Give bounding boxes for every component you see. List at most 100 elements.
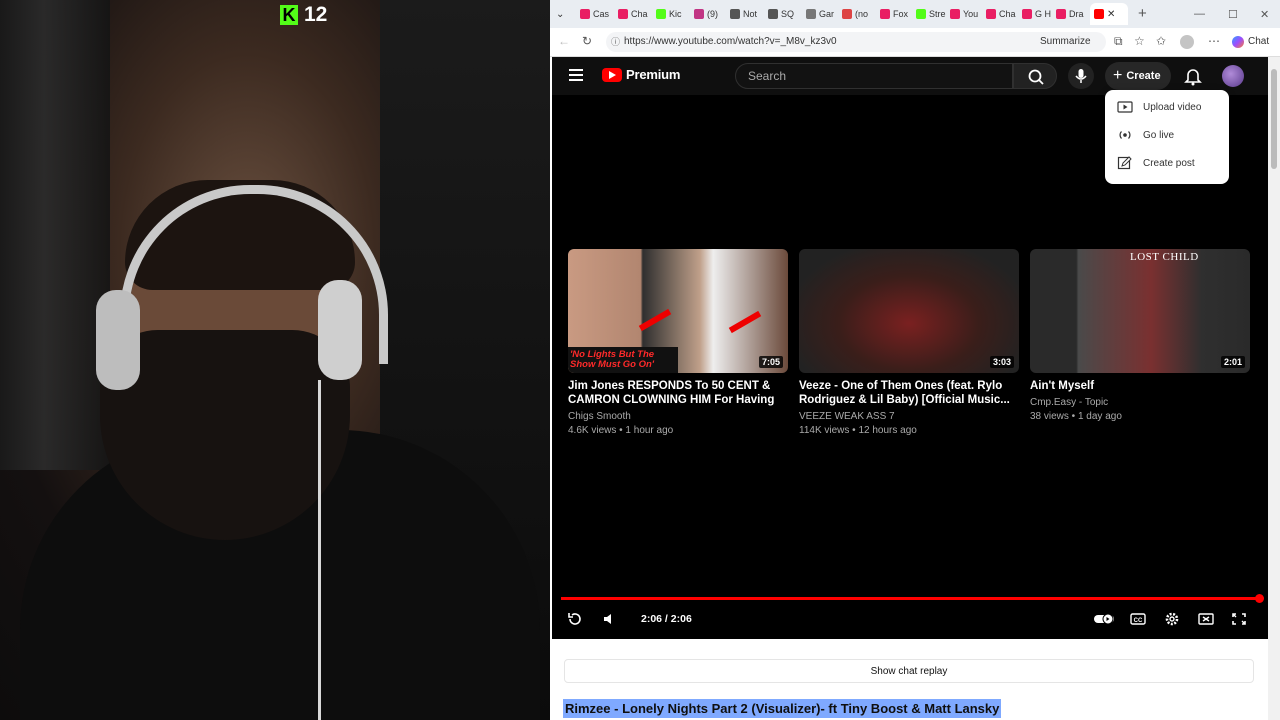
refresh-icon[interactable]: ↻	[582, 34, 592, 48]
tab-favicon-icon	[806, 9, 816, 19]
new-tab-button[interactable]: +	[1138, 4, 1152, 22]
menu-item-go-live[interactable]: Go live	[1105, 122, 1229, 148]
miniplayer-button[interactable]	[1197, 611, 1215, 627]
video-thumbnail[interactable]: 'No Lights But The Show Must Go On' 7:05	[568, 249, 788, 373]
browser-tab-active[interactable]: ✕	[1090, 3, 1128, 25]
reader-icon[interactable]: ⧉	[1114, 34, 1123, 49]
close-tab-icon[interactable]: ✕	[1107, 9, 1115, 20]
browser-tab[interactable]: Not	[730, 5, 764, 23]
close-window-icon[interactable]: ✕	[1260, 5, 1272, 23]
voice-search-button[interactable]	[1068, 63, 1094, 89]
bell-icon	[1184, 69, 1202, 86]
tab-favicon-icon	[768, 9, 778, 19]
scrollbar-thumb[interactable]	[1271, 69, 1277, 169]
webcam-feed: K 12	[0, 0, 550, 720]
browser-window: ⌄ Cas Cha Kic (9) Not SQ Gar (no Fox Str…	[550, 0, 1280, 720]
video-meta: 114K views • 12 hours ago	[799, 425, 917, 436]
fullscreen-button[interactable]	[1230, 611, 1248, 627]
summarize-button[interactable]: Summarize	[1040, 36, 1091, 47]
browser-tab[interactable]: Gar	[806, 5, 840, 23]
browser-tab[interactable]: SQ	[768, 5, 802, 23]
end-screen-video-card[interactable]: 3:03 Veeze - One of Them Ones (feat. Ryl…	[799, 249, 1019, 438]
video-title-link[interactable]: Ain't Myself	[1030, 379, 1250, 393]
autoplay-toggle-icon	[1094, 613, 1114, 625]
menu-icon[interactable]	[569, 69, 583, 81]
headphones-cup-left	[96, 290, 140, 390]
captions-icon: CC	[1130, 613, 1146, 625]
scrubber-handle[interactable]	[1255, 594, 1264, 603]
go-live-icon	[1119, 131, 1131, 139]
time-display: 2:06 / 2:06	[641, 613, 692, 625]
create-menu: Upload video Go live Create post	[1105, 90, 1229, 184]
copilot-icon[interactable]	[1232, 36, 1244, 48]
address-bar-row: ← ↻ ⓘ https://www.youtube.com/watch?v=_M…	[550, 28, 1280, 57]
headphones-cup-right	[318, 280, 362, 380]
video-duration: 2:01	[1220, 356, 1245, 368]
browser-tab[interactable]: (no	[842, 5, 876, 23]
replay-icon	[568, 613, 581, 625]
site-info-icon[interactable]: ⓘ	[611, 32, 620, 52]
favorites-icon[interactable]: ✩	[1156, 34, 1166, 48]
browser-tab[interactable]: Kic	[656, 5, 690, 23]
maximize-icon[interactable]: ☐	[1228, 5, 1240, 23]
tab-favicon-icon	[950, 9, 960, 19]
tab-favicon-icon	[880, 9, 890, 19]
menu-item-upload-video[interactable]: Upload video	[1105, 94, 1229, 120]
search-input[interactable]: Search	[735, 63, 1013, 89]
plus-icon: +	[1113, 67, 1123, 84]
favorite-icon[interactable]: ☆	[1134, 34, 1145, 48]
chat-button[interactable]: Chat	[1248, 36, 1269, 47]
channel-name[interactable]: Cmp.Easy - Topic	[1030, 396, 1250, 410]
end-screen-video-card[interactable]: 'No Lights But The Show Must Go On' 7:05…	[568, 249, 788, 438]
browser-tab[interactable]: (9)	[694, 5, 728, 23]
headphones-cable	[318, 380, 321, 720]
browser-tab[interactable]: Cha	[986, 5, 1020, 23]
show-chat-replay-button[interactable]: Show chat replay	[564, 659, 1254, 683]
upload-video-icon	[1117, 101, 1133, 113]
progress-bar[interactable]	[561, 597, 1259, 600]
gear-icon	[1165, 612, 1179, 626]
video-title-link[interactable]: Veeze - One of Them Ones (feat. Rylo Rod…	[799, 379, 1019, 407]
settings-button[interactable]	[1163, 611, 1181, 627]
search-button[interactable]	[1013, 63, 1057, 89]
video-title-link[interactable]: Jim Jones RESPONDS To 50 CENT & CAMRON C…	[568, 379, 788, 407]
browser-tab[interactable]: G H	[1022, 5, 1056, 23]
captions-button[interactable]: CC	[1129, 611, 1147, 627]
menu-item-create-post[interactable]: Create post	[1105, 150, 1229, 176]
browser-tab[interactable]: Cas	[580, 5, 614, 23]
browser-tab[interactable]: You	[950, 5, 984, 23]
url-field[interactable]: ⓘ https://www.youtube.com/watch?v=_M8v_k…	[606, 32, 1106, 52]
viewer-count-overlay: K 12	[280, 3, 327, 27]
tab-favicon-icon	[618, 9, 628, 19]
background-curtain	[0, 0, 110, 470]
minimize-icon[interactable]: —	[1194, 5, 1206, 23]
more-icon[interactable]: ⋯	[1208, 34, 1220, 48]
player-controls: 2:06 / 2:06 CC	[552, 607, 1268, 631]
tab-favicon-icon	[842, 9, 852, 19]
tab-favicon-icon	[580, 9, 590, 19]
channel-name[interactable]: VEEZE WEAK ASS 7	[799, 410, 1019, 424]
volume-button[interactable]	[601, 611, 619, 627]
below-player-area: Show chat replay Rimzee - Lonely Nights …	[552, 639, 1268, 720]
youtube-logo[interactable]: Premium	[602, 67, 680, 82]
replay-button[interactable]	[566, 611, 584, 627]
end-screen-video-card[interactable]: LOST CHILD 2:01 Ain't Myself Cmp.Easy - …	[1030, 249, 1250, 424]
tab-favicon-icon	[694, 9, 704, 19]
channel-name[interactable]: Chigs Smooth	[568, 410, 788, 424]
create-button[interactable]: + Create	[1105, 62, 1171, 90]
browser-tab[interactable]: Dra	[1056, 5, 1090, 23]
video-thumbnail[interactable]: LOST CHILD 2:01	[1030, 249, 1250, 373]
browser-tab[interactable]: Fox	[880, 5, 914, 23]
video-thumbnail[interactable]: 3:03	[799, 249, 1019, 373]
profile-icon[interactable]	[1180, 35, 1194, 49]
video-duration: 3:03	[989, 356, 1014, 368]
scrollbar[interactable]	[1268, 57, 1280, 720]
notifications-button[interactable]	[1182, 64, 1204, 88]
autoplay-toggle[interactable]	[1093, 611, 1115, 627]
browser-tab[interactable]: Stre	[916, 5, 950, 23]
create-label: Create	[1126, 70, 1161, 82]
browser-tab[interactable]: Cha	[618, 5, 652, 23]
account-avatar[interactable]	[1222, 65, 1244, 87]
back-icon[interactable]: ←	[558, 34, 570, 48]
fullscreen-icon	[1232, 613, 1246, 625]
